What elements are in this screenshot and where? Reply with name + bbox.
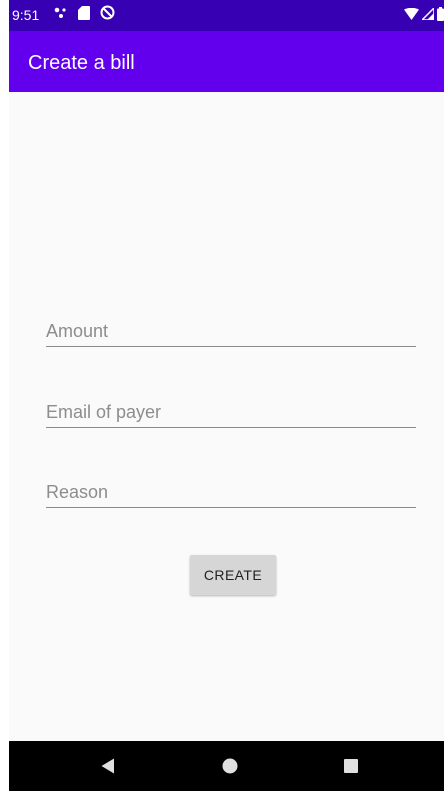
notification-dots-icon xyxy=(54,6,68,24)
cell-signal-icon xyxy=(420,6,435,25)
status-system-icons xyxy=(404,6,444,26)
wifi-icon xyxy=(404,7,419,25)
recents-icon[interactable] xyxy=(337,752,365,780)
app-bar: Create a bill xyxy=(9,31,444,92)
reason-field-container xyxy=(46,473,416,508)
status-notification-icons xyxy=(54,5,115,25)
email-of-payer-input[interactable] xyxy=(46,399,416,425)
create-button[interactable]: CREATE xyxy=(190,555,276,595)
email-field-container xyxy=(46,393,416,428)
amount-field-container xyxy=(46,312,416,347)
page-title: Create a bill xyxy=(28,52,135,74)
back-icon[interactable] xyxy=(94,752,122,780)
reason-input[interactable] xyxy=(46,479,416,505)
status-time: 9:51 xyxy=(12,7,40,23)
amount-input[interactable] xyxy=(46,318,416,344)
sd-card-icon xyxy=(78,5,90,25)
home-icon[interactable] xyxy=(216,752,244,780)
system-nav-bar xyxy=(9,741,444,791)
phone-screen: 9:51 Create a bill Amount Email of payer… xyxy=(9,0,444,791)
status-bar: 9:51 xyxy=(9,0,444,31)
do-not-disturb-icon xyxy=(100,5,115,25)
battery-icon xyxy=(437,6,444,26)
